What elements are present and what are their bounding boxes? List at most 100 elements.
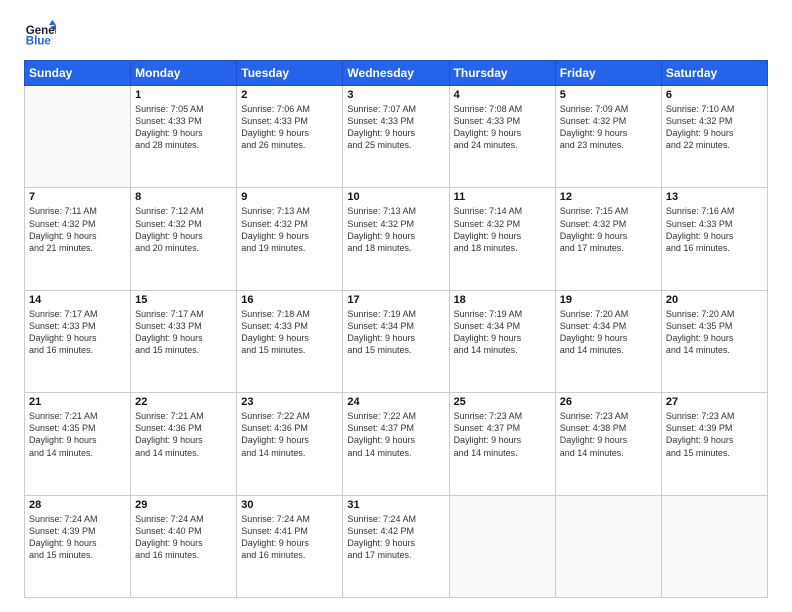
day-cell: 6 Sunrise: 7:10 AM Sunset: 4:32 PM Daylig… — [661, 86, 767, 188]
day-cell: 16 Sunrise: 7:18 AM Sunset: 4:33 PM Dayli… — [237, 290, 343, 392]
day-number: 27 — [666, 396, 763, 408]
day-info: Sunrise: 7:14 AM Sunset: 4:32 PM Dayligh… — [454, 205, 551, 254]
day-number: 16 — [241, 294, 338, 306]
logo-icon: General Blue — [24, 18, 56, 50]
day-info: Sunrise: 7:07 AM Sunset: 4:33 PM Dayligh… — [347, 103, 444, 152]
day-info: Sunrise: 7:21 AM Sunset: 4:36 PM Dayligh… — [135, 410, 232, 459]
day-cell: 22 Sunrise: 7:21 AM Sunset: 4:36 PM Dayli… — [131, 393, 237, 495]
day-cell: 19 Sunrise: 7:20 AM Sunset: 4:34 PM Dayli… — [555, 290, 661, 392]
day-info: Sunrise: 7:22 AM Sunset: 4:37 PM Dayligh… — [347, 410, 444, 459]
day-number: 15 — [135, 294, 232, 306]
day-number: 22 — [135, 396, 232, 408]
day-cell: 3 Sunrise: 7:07 AM Sunset: 4:33 PM Daylig… — [343, 86, 449, 188]
day-number: 9 — [241, 191, 338, 203]
header: General Blue — [24, 18, 768, 50]
svg-text:Blue: Blue — [26, 36, 52, 48]
day-number: 28 — [29, 499, 126, 511]
day-info: Sunrise: 7:10 AM Sunset: 4:32 PM Dayligh… — [666, 103, 763, 152]
weekday-header-wednesday: Wednesday — [343, 61, 449, 86]
day-number: 12 — [560, 191, 657, 203]
day-info: Sunrise: 7:24 AM Sunset: 4:41 PM Dayligh… — [241, 513, 338, 562]
day-cell — [555, 495, 661, 597]
day-info: Sunrise: 7:22 AM Sunset: 4:36 PM Dayligh… — [241, 410, 338, 459]
week-row-4: 21 Sunrise: 7:21 AM Sunset: 4:35 PM Dayli… — [25, 393, 768, 495]
day-info: Sunrise: 7:20 AM Sunset: 4:34 PM Dayligh… — [560, 308, 657, 357]
weekday-header-friday: Friday — [555, 61, 661, 86]
day-number: 14 — [29, 294, 126, 306]
day-cell — [25, 86, 131, 188]
day-number: 11 — [454, 191, 551, 203]
page: General Blue SundayMondayTuesdayWednesda… — [0, 0, 792, 612]
day-info: Sunrise: 7:05 AM Sunset: 4:33 PM Dayligh… — [135, 103, 232, 152]
week-row-5: 28 Sunrise: 7:24 AM Sunset: 4:39 PM Dayli… — [25, 495, 768, 597]
day-info: Sunrise: 7:21 AM Sunset: 4:35 PM Dayligh… — [29, 410, 126, 459]
day-cell: 5 Sunrise: 7:09 AM Sunset: 4:32 PM Daylig… — [555, 86, 661, 188]
weekday-header-tuesday: Tuesday — [237, 61, 343, 86]
day-info: Sunrise: 7:19 AM Sunset: 4:34 PM Dayligh… — [454, 308, 551, 357]
day-number: 29 — [135, 499, 232, 511]
day-cell: 4Sunrise: 7:08 AM Sunset: 4:33 PM Daylig… — [449, 86, 555, 188]
day-number: 19 — [560, 294, 657, 306]
day-info: Sunrise: 7:24 AM Sunset: 4:40 PM Dayligh… — [135, 513, 232, 562]
day-info: Sunrise: 7:24 AM Sunset: 4:42 PM Dayligh… — [347, 513, 444, 562]
day-number: 24 — [347, 396, 444, 408]
day-number: 3 — [347, 89, 444, 101]
day-cell: 17 Sunrise: 7:19 AM Sunset: 4:34 PM Dayli… — [343, 290, 449, 392]
day-info: Sunrise: 7:17 AM Sunset: 4:33 PM Dayligh… — [29, 308, 126, 357]
day-cell: 29 Sunrise: 7:24 AM Sunset: 4:40 PM Dayli… — [131, 495, 237, 597]
day-cell: 31 Sunrise: 7:24 AM Sunset: 4:42 PM Dayli… — [343, 495, 449, 597]
day-info: Sunrise: 7:16 AM Sunset: 4:33 PM Dayligh… — [666, 205, 763, 254]
day-number: 21 — [29, 396, 126, 408]
day-number: 7 — [29, 191, 126, 203]
day-info: Sunrise: 7:24 AM Sunset: 4:39 PM Dayligh… — [29, 513, 126, 562]
day-number: 30 — [241, 499, 338, 511]
day-number: 6 — [666, 89, 763, 101]
day-info: Sunrise: 7:12 AM Sunset: 4:32 PM Dayligh… — [135, 205, 232, 254]
weekday-header-thursday: Thursday — [449, 61, 555, 86]
day-number: 18 — [454, 294, 551, 306]
day-cell: 7 Sunrise: 7:11 AM Sunset: 4:32 PM Daylig… — [25, 188, 131, 290]
day-info: Sunrise: 7:19 AM Sunset: 4:34 PM Dayligh… — [347, 308, 444, 357]
day-cell — [449, 495, 555, 597]
day-info: Sunrise: 7:06 AM Sunset: 4:33 PM Dayligh… — [241, 103, 338, 152]
day-number: 17 — [347, 294, 444, 306]
day-cell: 23Sunrise: 7:22 AM Sunset: 4:36 PM Dayli… — [237, 393, 343, 495]
day-cell: 24 Sunrise: 7:22 AM Sunset: 4:37 PM Dayli… — [343, 393, 449, 495]
day-number: 10 — [347, 191, 444, 203]
day-number: 20 — [666, 294, 763, 306]
day-info: Sunrise: 7:20 AM Sunset: 4:35 PM Dayligh… — [666, 308, 763, 357]
day-number: 5 — [560, 89, 657, 101]
day-info: Sunrise: 7:17 AM Sunset: 4:33 PM Dayligh… — [135, 308, 232, 357]
day-cell: 8 Sunrise: 7:12 AM Sunset: 4:32 PM Daylig… — [131, 188, 237, 290]
week-row-3: 14 Sunrise: 7:17 AM Sunset: 4:33 PM Dayli… — [25, 290, 768, 392]
day-number: 25 — [454, 396, 551, 408]
day-info: Sunrise: 7:23 AM Sunset: 4:37 PM Dayligh… — [454, 410, 551, 459]
day-cell: 9 Sunrise: 7:13 AM Sunset: 4:32 PM Daylig… — [237, 188, 343, 290]
calendar-table: SundayMondayTuesdayWednesdayThursdayFrid… — [24, 60, 768, 598]
day-number: 26 — [560, 396, 657, 408]
day-info: Sunrise: 7:15 AM Sunset: 4:32 PM Dayligh… — [560, 205, 657, 254]
day-cell: 10Sunrise: 7:13 AM Sunset: 4:32 PM Dayli… — [343, 188, 449, 290]
day-cell: 15 Sunrise: 7:17 AM Sunset: 4:33 PM Dayli… — [131, 290, 237, 392]
weekday-header-row: SundayMondayTuesdayWednesdayThursdayFrid… — [25, 61, 768, 86]
day-cell: 26Sunrise: 7:23 AM Sunset: 4:38 PM Dayli… — [555, 393, 661, 495]
day-info: Sunrise: 7:09 AM Sunset: 4:32 PM Dayligh… — [560, 103, 657, 152]
weekday-header-sunday: Sunday — [25, 61, 131, 86]
day-number: 8 — [135, 191, 232, 203]
day-info: Sunrise: 7:18 AM Sunset: 4:33 PM Dayligh… — [241, 308, 338, 357]
day-number: 13 — [666, 191, 763, 203]
week-row-2: 7 Sunrise: 7:11 AM Sunset: 4:32 PM Daylig… — [25, 188, 768, 290]
day-cell: 2 Sunrise: 7:06 AM Sunset: 4:33 PM Daylig… — [237, 86, 343, 188]
day-number: 2 — [241, 89, 338, 101]
day-cell: 1 Sunrise: 7:05 AM Sunset: 4:33 PM Daylig… — [131, 86, 237, 188]
week-row-1: 1 Sunrise: 7:05 AM Sunset: 4:33 PM Daylig… — [25, 86, 768, 188]
day-cell: 11 Sunrise: 7:14 AM Sunset: 4:32 PM Dayli… — [449, 188, 555, 290]
day-info: Sunrise: 7:13 AM Sunset: 4:32 PM Dayligh… — [241, 205, 338, 254]
day-cell — [661, 495, 767, 597]
weekday-header-saturday: Saturday — [661, 61, 767, 86]
day-number: 1 — [135, 89, 232, 101]
day-info: Sunrise: 7:11 AM Sunset: 4:32 PM Dayligh… — [29, 205, 126, 254]
day-number: 31 — [347, 499, 444, 511]
day-info: Sunrise: 7:08 AM Sunset: 4:33 PM Dayligh… — [454, 103, 551, 152]
day-info: Sunrise: 7:23 AM Sunset: 4:39 PM Dayligh… — [666, 410, 763, 459]
